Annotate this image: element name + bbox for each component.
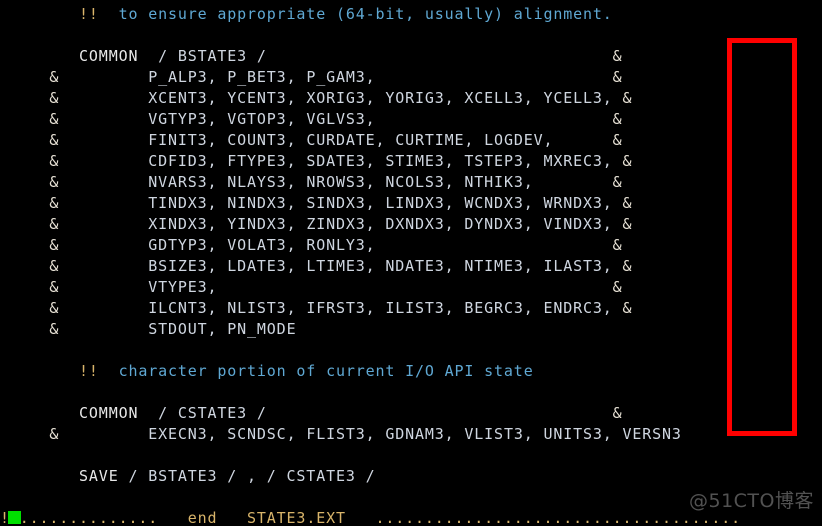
code-line: & VTYPE3, &: [49, 278, 623, 296]
code-line: & XCENT3, YCENT3, XORIG3, YORIG3, XCELL3…: [49, 89, 633, 107]
code-line: SAVE / BSTATE3 / , / CSTATE3 /: [79, 467, 376, 485]
terminal-window: !! to ensure appropriate (64-bit, usuall…: [0, 0, 822, 526]
code-line: & BSIZE3, LDATE3, LTIME3, NDATE3, NTIME3…: [49, 257, 633, 275]
code-line: & P_ALP3, P_BET3, P_GAM3, &: [49, 68, 623, 86]
code-line: & ILCNT3, NLIST3, IFRST3, ILIST3, BEGRC3…: [49, 299, 633, 317]
terminal-cursor: [8, 511, 21, 524]
code-line: & XINDX3, YINDX3, ZINDX3, DXNDX3, DYNDX3…: [49, 215, 633, 233]
code-line: & TINDX3, NINDX3, SINDX3, LINDX3, WCNDX3…: [49, 194, 633, 212]
code-line: & VGTYP3, VGTOP3, VGLVS3, &: [49, 110, 623, 128]
code-line: & FINIT3, COUNT3, CURDATE, CURTIME, LOGD…: [49, 131, 623, 149]
code-line: & CDFID3, FTYPE3, SDATE3, STIME3, TSTEP3…: [49, 152, 633, 170]
code-line: !! to ensure appropriate (64-bit, usuall…: [79, 5, 613, 23]
code-editor-text[interactable]: !! to ensure appropriate (64-bit, usuall…: [0, 0, 822, 526]
code-line: COMMON / BSTATE3 / &: [79, 47, 623, 65]
code-line: !! character portion of current I/O API …: [79, 362, 534, 380]
code-line: & EXECN3, SCNDSC, FLIST3, GDNAM3, VLIST3…: [49, 425, 682, 443]
watermark-label: @51CTO博客: [688, 490, 814, 512]
code-line: & GDTYP3, VOLAT3, RONLY3, &: [49, 236, 623, 254]
code-line: & STDOUT, PN_MODE: [49, 320, 297, 338]
code-line: COMMON / CSTATE3 / &: [79, 404, 623, 422]
code-line: & NVARS3, NLAYS3, NROWS3, NCOLS3, NTHIK3…: [49, 173, 623, 191]
